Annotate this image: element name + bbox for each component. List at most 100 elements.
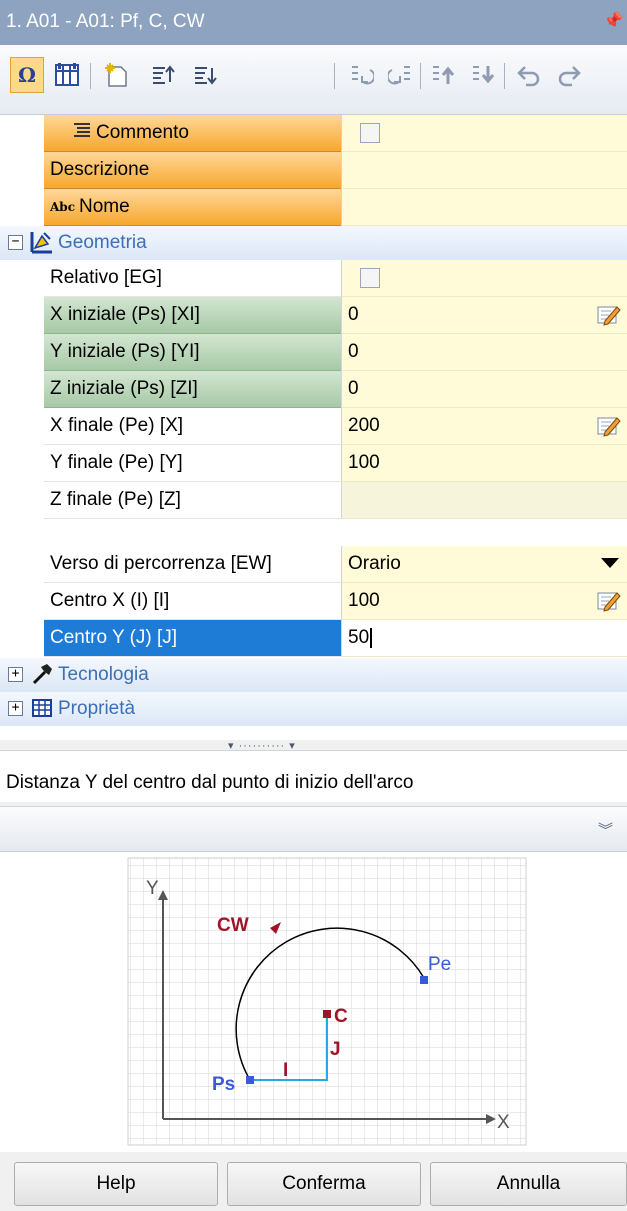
row-verso[interactable]: Verso di percorrenza [EW] Orario: [0, 546, 627, 583]
commento-value[interactable]: [341, 115, 627, 152]
window-titlebar: 1. A01 - A01: Pf, C, CW 📌: [0, 0, 627, 45]
nome-field[interactable]: [341, 189, 627, 226]
expand-toggle-icon[interactable]: +: [8, 701, 23, 716]
row-centro-y[interactable]: Centro Y (J) [J] 50: [0, 620, 627, 657]
table-icon: [30, 696, 54, 720]
splitter-handle[interactable]: ▾ ·········· ▾: [0, 740, 627, 752]
prev-icon[interactable]: [344, 57, 378, 93]
row-x-finale[interactable]: X finale (Pe) [X] 200: [0, 408, 627, 445]
redo-icon[interactable]: [552, 57, 586, 93]
prop-label: Z finale (Pe) [Z]: [44, 482, 341, 519]
end-point: [420, 976, 428, 984]
end-label: Pe: [428, 954, 451, 975]
new-icon[interactable]: [100, 57, 134, 93]
cw-label: CW: [217, 915, 249, 936]
edit-icon[interactable]: [595, 414, 621, 438]
x-iniziale-field[interactable]: 0: [341, 297, 627, 334]
next-icon[interactable]: [384, 57, 418, 93]
toolbar-separator: [420, 63, 421, 89]
centro-x-field[interactable]: 100: [341, 583, 627, 620]
proprieta-label: Proprietà: [58, 698, 136, 719]
geometry-icon: [30, 230, 54, 254]
confirm-button[interactable]: Conferma: [227, 1162, 421, 1206]
row-nome[interactable]: Abc Nome: [0, 189, 627, 226]
prop-label: X finale (Pe) [X]: [44, 408, 341, 445]
window-title: 1. A01 - A01: Pf, C, CW: [6, 11, 205, 32]
row-z-finale[interactable]: Z finale (Pe) [Z]: [0, 482, 627, 519]
x-finale-field[interactable]: 200: [341, 408, 627, 445]
move-up-icon[interactable]: [426, 57, 460, 93]
help-text: Distanza Y del centro dal punto di inizi…: [6, 772, 414, 793]
commento-checkbox[interactable]: [360, 123, 380, 143]
sort-down-icon[interactable]: [188, 57, 222, 93]
double-chevron-down-icon[interactable]: ︾: [598, 819, 613, 840]
row-x-iniziale[interactable]: X iniziale (Ps) [XI] 0: [0, 297, 627, 334]
y-finale-field[interactable]: 100: [341, 445, 627, 482]
chevron-down-icon[interactable]: [601, 558, 619, 568]
toolbar-separator: [334, 63, 335, 89]
commento-label: Commento: [96, 122, 189, 143]
group-proprieta[interactable]: + Proprietà: [0, 692, 627, 726]
group-geometria[interactable]: − Geometria: [0, 226, 627, 260]
prop-label: Verso di percorrenza [EW]: [44, 546, 341, 583]
z-finale-field[interactable]: [341, 482, 627, 519]
pin-icon[interactable]: 📌: [603, 11, 623, 31]
abc-icon: Abc: [50, 200, 76, 214]
text-caret: [370, 628, 373, 648]
prop-label: Z iniziale (Ps) [ZI]: [44, 371, 341, 408]
prop-label: Y finale (Pe) [Y]: [44, 445, 341, 482]
row-z-iniziale[interactable]: Z iniziale (Ps) [ZI] 0: [0, 371, 627, 408]
row-commento[interactable]: Commento: [0, 115, 627, 152]
omega-icon[interactable]: Ω: [10, 57, 44, 93]
spacer-value: [341, 519, 627, 546]
help-button[interactable]: Help: [14, 1162, 218, 1206]
relativo-value[interactable]: [341, 260, 627, 297]
list-icon: [72, 122, 92, 144]
toolbar-separator: [504, 63, 505, 89]
group-tecnologia[interactable]: + Tecnologia: [0, 658, 627, 692]
j-label: J: [330, 1039, 341, 1060]
descrizione-label: Descrizione: [50, 159, 150, 180]
x-axis-label: X: [497, 1112, 510, 1133]
preview-collapse-bar[interactable]: ︾: [0, 806, 627, 852]
i-label: I: [283, 1060, 288, 1081]
arc-diagram: Y X CW I J Ps Pe C: [127, 857, 527, 1146]
collapse-toggle-icon[interactable]: −: [8, 235, 23, 250]
button-bar: Help Conferma Annulla: [0, 1152, 627, 1211]
property-grid: Commento Descrizione Abc Nome − Geometri…: [0, 115, 627, 740]
prop-label: X iniziale (Ps) [XI]: [44, 297, 341, 334]
grid-icon[interactable]: [50, 57, 84, 93]
grid-background: [127, 857, 527, 1146]
relativo-checkbox[interactable]: [360, 268, 380, 288]
sort-up-icon[interactable]: [146, 57, 180, 93]
help-panel: Distanza Y del centro dal punto di inizi…: [0, 750, 627, 802]
toolbar: Ω: [0, 45, 627, 115]
tecnologia-label: Tecnologia: [58, 664, 149, 685]
prop-label: Centro X (I) [I]: [44, 583, 341, 620]
nome-label: Nome: [79, 196, 130, 217]
y-iniziale-field[interactable]: 0: [341, 334, 627, 371]
prop-label: Centro Y (J) [J]: [44, 620, 341, 657]
row-relativo[interactable]: Relativo [EG]: [0, 260, 627, 297]
cancel-button[interactable]: Annulla: [430, 1162, 627, 1206]
row-y-finale[interactable]: Y finale (Pe) [Y] 100: [0, 445, 627, 482]
centro-y-input[interactable]: 50: [341, 620, 627, 657]
prop-label: Descrizione: [44, 152, 341, 189]
z-iniziale-field[interactable]: 0: [341, 371, 627, 408]
centro-y-value: 50: [348, 627, 370, 648]
arc-preview: Y X CW I J Ps Pe C: [0, 852, 627, 1152]
undo-icon[interactable]: [512, 57, 546, 93]
move-down-icon[interactable]: [466, 57, 500, 93]
descrizione-field[interactable]: [341, 152, 627, 189]
geometria-label: Geometria: [58, 232, 147, 253]
row-descrizione[interactable]: Descrizione: [0, 152, 627, 189]
centro-x-value: 100: [348, 590, 380, 611]
edit-icon[interactable]: [595, 589, 621, 613]
row-centro-x[interactable]: Centro X (I) [I] 100: [0, 583, 627, 620]
spacer-label: [44, 519, 341, 546]
verso-dropdown[interactable]: Orario: [341, 546, 627, 583]
expand-toggle-icon[interactable]: +: [8, 667, 23, 682]
row-y-iniziale[interactable]: Y iniziale (Ps) [YI] 0: [0, 334, 627, 371]
prop-label: Relativo [EG]: [44, 260, 341, 297]
edit-icon[interactable]: [595, 303, 621, 327]
